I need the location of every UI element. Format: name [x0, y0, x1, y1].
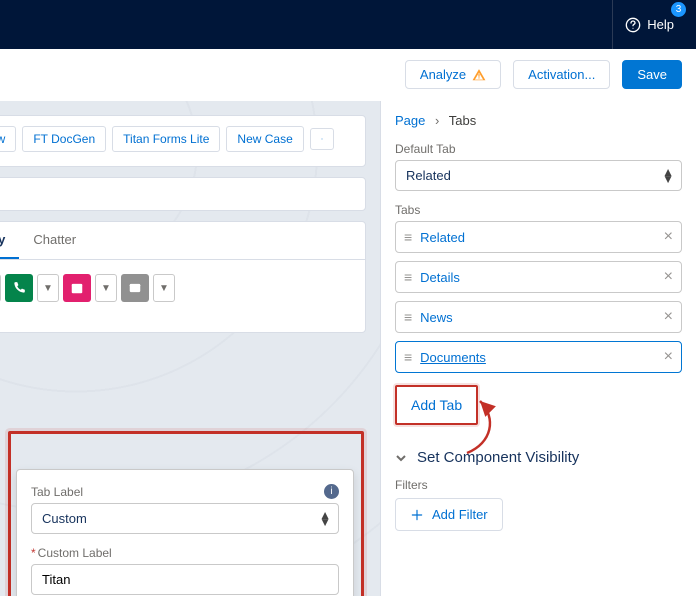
caret-down-icon — [321, 134, 323, 144]
tabs-component-preview[interactable]: vity Chatter ▼ ▼ ▼ ▼ — [0, 221, 366, 333]
action-pill[interactable]: ow — [0, 126, 16, 152]
drag-handle-icon[interactable]: ≡ — [404, 349, 412, 365]
question-icon — [625, 17, 641, 33]
analyze-button[interactable]: Analyze — [405, 60, 501, 89]
tab-row-news[interactable]: ≡ News × — [395, 301, 682, 333]
activity-picker-caret[interactable]: ▼ — [153, 274, 175, 302]
default-tab-select[interactable]: Related — [395, 160, 682, 191]
preview-tab-activity[interactable]: vity — [0, 222, 19, 259]
chevron-right-icon: › — [435, 113, 439, 128]
help-label: Help — [647, 17, 674, 32]
email-icon[interactable] — [121, 274, 149, 302]
activity-picker-caret[interactable]: ▼ — [95, 274, 117, 302]
custom-label-field-label: Custom Label — [38, 546, 112, 560]
close-icon[interactable]: × — [664, 348, 673, 366]
info-icon[interactable]: i — [324, 484, 339, 499]
help-badge: 3 — [671, 2, 686, 17]
tab-label[interactable]: News — [420, 310, 663, 325]
analyze-label: Analyze — [420, 67, 466, 82]
properties-panel: Page › Tabs Default Tab Related ▲▼ Tabs … — [380, 101, 696, 596]
default-tab-label: Default Tab — [395, 142, 682, 156]
set-component-visibility-header[interactable]: Set Component Visibility — [395, 449, 682, 466]
action-pill[interactable]: FT DocGen — [22, 126, 106, 152]
plus-icon — [410, 508, 424, 522]
drag-handle-icon[interactable]: ≡ — [404, 229, 412, 245]
layout-canvas[interactable]: ow FT DocGen Titan Forms Lite New Case v… — [0, 101, 380, 596]
action-overflow[interactable] — [310, 128, 334, 150]
new-event-icon[interactable] — [63, 274, 91, 302]
close-icon[interactable]: × — [664, 228, 673, 246]
activity-picker-caret[interactable]: ▼ — [0, 274, 1, 302]
help-menu[interactable]: Help 3 — [612, 0, 686, 49]
close-icon[interactable]: × — [664, 308, 673, 326]
drag-handle-icon[interactable]: ≡ — [404, 309, 412, 325]
breadcrumb-page[interactable]: Page — [395, 113, 425, 128]
preview-tab-chatter[interactable]: Chatter — [19, 222, 90, 259]
activity-picker-caret[interactable]: ▼ — [37, 274, 59, 302]
tab-label-select[interactable]: Custom — [31, 503, 339, 534]
chevron-down-icon — [395, 452, 407, 464]
tab-row-documents[interactable]: ≡ Documents × — [395, 341, 682, 373]
tab-label[interactable]: Details — [420, 270, 663, 285]
tab-label-field-label: Tab Label — [31, 485, 83, 499]
custom-label-input[interactable] — [31, 564, 339, 595]
path-component[interactable] — [0, 177, 366, 211]
highlights-panel: ow FT DocGen Titan Forms Lite New Case — [0, 115, 366, 167]
tab-label[interactable]: Related — [420, 230, 663, 245]
tab-row-related[interactable]: ≡ Related × — [395, 221, 682, 253]
action-pill[interactable]: New Case — [226, 126, 303, 152]
breadcrumb: Page › Tabs — [395, 113, 682, 128]
visibility-title: Set Component Visibility — [417, 449, 579, 466]
drag-handle-icon[interactable]: ≡ — [404, 269, 412, 285]
close-icon[interactable]: × — [664, 268, 673, 286]
warning-icon — [472, 68, 486, 82]
log-call-icon[interactable] — [5, 274, 33, 302]
tab-label-popover: Tab Label i Custom ▲▼ *Custom Label Done — [16, 469, 354, 596]
save-button[interactable]: Save — [622, 60, 682, 89]
action-pill[interactable]: Titan Forms Lite — [112, 126, 220, 152]
filters-label: Filters — [395, 478, 682, 492]
add-filter-button[interactable]: Add Filter — [395, 498, 503, 531]
tab-label[interactable]: Documents — [420, 350, 663, 365]
tabs-list-label: Tabs — [395, 203, 682, 217]
tab-row-details[interactable]: ≡ Details × — [395, 261, 682, 293]
breadcrumb-current: Tabs — [449, 113, 476, 128]
activation-button[interactable]: Activation... — [513, 60, 610, 89]
add-tab-button[interactable]: Add Tab — [397, 387, 476, 423]
